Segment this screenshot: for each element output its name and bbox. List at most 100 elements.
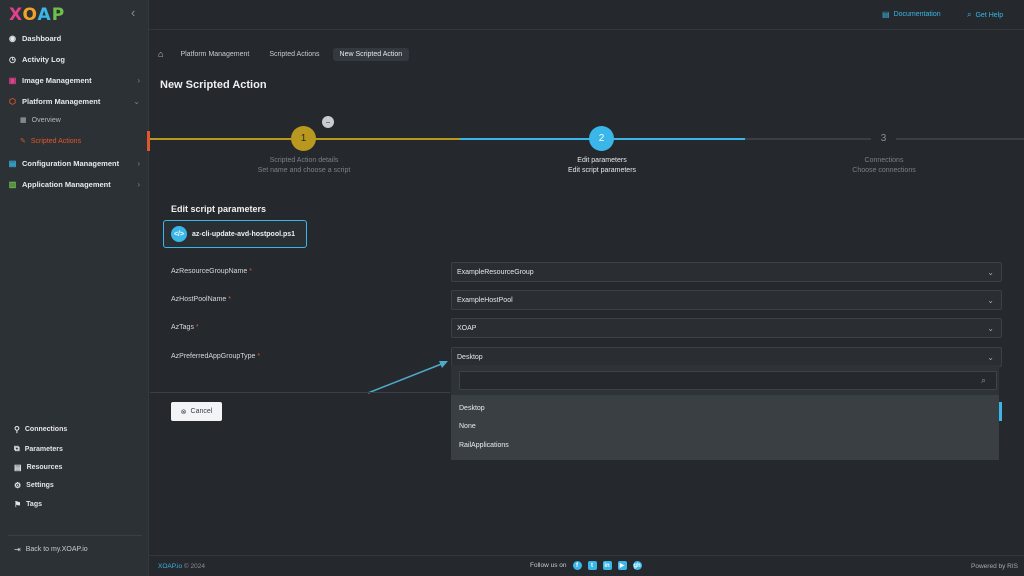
document-icon: ▤ [882,10,890,19]
step-1-number: 1 [300,133,307,144]
sidebar-item-image-management[interactable]: ▣ Image Management › [8,71,142,89]
param-label-tags: AzTags * [171,324,199,331]
dropdown-search-wrapper: ⌕ [459,371,997,392]
sidebar-item-resources[interactable]: ▤ Resources [14,463,62,472]
sidebar-item-dashboard[interactable]: ◉ Dashboard [8,29,142,47]
copyright: XOAP.io © 2024 [158,563,205,570]
grid-icon: ▦ [20,117,27,124]
resources-icon: ▤ [14,463,22,472]
script-name: az-cli-update-avd-hostpool.ps1 [192,230,296,238]
sidebar-item-label: Application Management [22,179,111,189]
script-icon: ✎ [20,138,26,145]
sidebar-item-activity-log[interactable]: ◷ Activity Log [8,50,142,68]
dropdown-option-none[interactable]: None [459,423,476,430]
breadcrumb-new-scripted-action: New Scripted Action [332,47,410,61]
sidebar-item-tags[interactable]: ⚑ Tags [14,500,42,509]
step-2-label: Edit parameters Edit script parameters [512,156,692,176]
page-title: New Scripted Action [160,79,267,91]
follow-label: Follow us on [530,562,567,569]
chevron-right-icon: › [137,75,140,85]
sidebar: XOAP ‹ ◉ Dashboard ◷ Activity Log ▣ Imag… [0,0,149,576]
parameters-icon: ⧉ [14,444,20,453]
step-3-circle[interactable]: 3 [871,126,896,151]
tags-select[interactable]: XOAP ⌄ [451,318,1002,338]
sidebar-item-label: Connections [24,426,68,433]
linkedin-icon[interactable]: in [602,561,612,570]
dashboard-icon: ◉ [9,33,16,43]
step-3-title: Connections [864,157,904,164]
chevron-down-icon: ⌄ [987,295,994,305]
sidebar-item-scripted-actions[interactable]: ✎ Scripted Actions [20,133,140,149]
sidebar-item-overview[interactable]: ▦ Overview [20,112,140,128]
help-icon: ⌕ [967,10,972,19]
sidebar-item-connections[interactable]: ⚲ Connections [14,425,67,434]
sidebar-item-label: Platform Management [22,96,101,106]
chevron-down-icon: ⌄ [987,352,994,362]
breadcrumb-scripted-actions[interactable]: Scripted Actions [262,48,326,61]
param-label-host-pool: AzHostPoolName * [171,296,231,303]
xoap-logo[interactable]: XOAP [9,5,65,25]
brand-link[interactable]: XOAP.io [158,563,182,570]
sidebar-item-label: Configuration Management [22,158,120,168]
sidebar-item-label: Parameters [24,445,63,453]
chevron-left-icon[interactable]: ‹ [131,5,135,20]
home-icon[interactable]: ⌂ [158,49,163,59]
chevron-down-icon: ⌄ [987,323,994,333]
active-indicator [147,131,150,151]
breadcrumb-platform-management[interactable]: Platform Management [173,48,256,61]
edit-icon[interactable]: − [322,116,334,128]
activity-icon: ◷ [9,54,16,64]
image-icon: ▣ [8,75,17,85]
back-link-label: Back to my.XOAP.io [25,546,88,553]
select-value: ExampleResourceGroup [457,268,534,276]
breadcrumb: ⌂ Platform Management Scripted Actions N… [158,46,415,62]
configuration-icon: ▤ [8,158,17,168]
sidebar-item-platform-management[interactable]: ⬡ Platform Management ⌄ [8,92,142,110]
sidebar-item-configuration-management[interactable]: ▤ Configuration Management › [8,154,142,172]
platform-icon: ⬡ [9,96,16,106]
step-3-number: 3 [880,133,887,144]
sidebar-item-label: Settings [26,482,54,489]
tag-icon: ⚑ [14,500,22,509]
section-title: Edit script parameters [171,204,267,214]
resource-group-select[interactable]: ExampleResourceGroup ⌄ [451,262,1002,282]
github-icon[interactable]: gh [632,561,642,570]
sidebar-item-label: Tags [26,501,42,508]
step-3-subtitle: Choose connections [852,167,916,174]
step-2-circle[interactable]: 2 [589,126,614,151]
app-group-type-select[interactable]: Desktop ⌄ [451,347,1002,367]
cancel-button[interactable]: ⊗ Cancel [171,402,222,421]
documentation-link[interactable]: ▤ Documentation [882,10,941,19]
step-1-subtitle: Set name and choose a script [257,167,351,174]
step-1-label: Scripted Action details Set name and cho… [214,156,394,176]
sidebar-item-settings[interactable]: ⚙ Settings [14,481,54,490]
chevron-right-icon: › [137,158,140,168]
param-label-app-group-type: AzPreferredAppGroupType * [171,353,261,360]
step-2-number: 2 [598,133,605,144]
youtube-icon[interactable]: ▶ [617,561,627,570]
param-label-resource-group: AzResourceGroupName * [171,268,252,275]
sidebar-item-label: Overview [31,116,61,124]
sidebar-item-application-management[interactable]: ▥ Application Management › [8,175,142,193]
documentation-label: Documentation [893,11,941,18]
sidebar-divider [8,535,142,536]
dropdown-option-desktop[interactable]: Desktop [459,405,485,412]
exit-icon: ⇥ [14,545,21,554]
back-link[interactable]: ⇥ Back to my.XOAP.io [14,545,88,554]
step-1-circle[interactable]: 1 [291,126,316,151]
select-value: XOAP [457,324,477,332]
sidebar-item-label: Dashboard [22,33,62,43]
facebook-icon[interactable]: f [572,561,582,570]
sidebar-item-parameters[interactable]: ⧉ Parameters [14,444,63,454]
dropdown-option-railapplications[interactable]: RailApplications [459,442,509,449]
select-value: ExampleHostPool [457,296,513,304]
social-links: Follow us on f t in ▶ gh [530,561,642,570]
host-pool-select[interactable]: ExampleHostPool ⌄ [451,290,1002,310]
help-link[interactable]: ⌕ Get Help [967,10,1003,20]
dropdown-search-input[interactable] [460,375,996,392]
chevron-down-icon: ⌄ [987,267,994,277]
step-2-title: Edit parameters [577,157,627,164]
script-chip[interactable]: </> az-cli-update-avd-hostpool.ps1 [163,220,307,248]
footer: XOAP.io © 2024 Follow us on f t in ▶ gh … [149,555,1024,576]
twitter-icon[interactable]: t [587,561,597,570]
